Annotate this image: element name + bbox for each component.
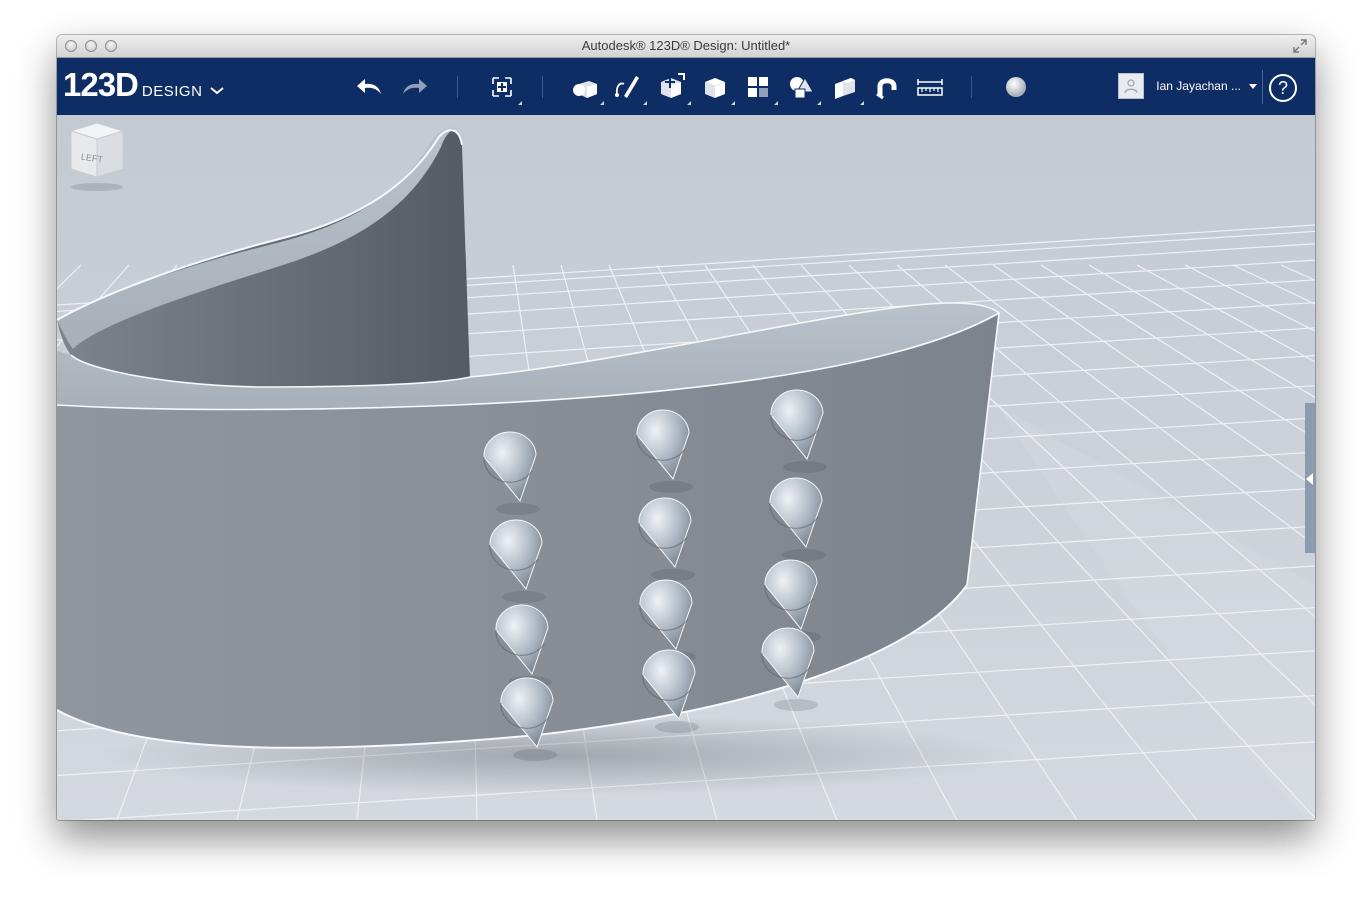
construct-button[interactable] [654, 70, 691, 105]
scene-canvas [57, 115, 1315, 820]
primitives-icon [573, 81, 597, 98]
spike-shadow [651, 569, 695, 581]
material-button[interactable] [999, 70, 1033, 104]
spike-shadow [774, 699, 818, 711]
dropdown-indicator [860, 101, 864, 105]
redo-icon [403, 79, 427, 94]
sketch-icon [615, 76, 639, 98]
spike-shadow [782, 549, 826, 561]
main-toolbar: 123D DESIGN Ian Jayachan ... ? [57, 58, 1315, 115]
fullscreen-icon[interactable] [1293, 39, 1307, 53]
logo-subtext: DESIGN [141, 83, 203, 100]
modify-icon [705, 78, 725, 98]
measure-icon [917, 79, 943, 96]
undo-button[interactable] [353, 70, 387, 104]
title-bar: Autodesk® 123D® Design: Untitled* [57, 35, 1315, 58]
construct-icon [661, 73, 685, 98]
3d-viewport[interactable]: LEFT [57, 115, 1315, 820]
spike-shadow [783, 461, 827, 473]
side-panel-toggle[interactable] [1305, 403, 1315, 553]
dropdown-indicator [687, 101, 691, 105]
spike-shadow [513, 749, 557, 761]
dropdown-indicator [774, 101, 778, 105]
viewcube[interactable]: LEFT [57, 115, 137, 195]
window-title: Autodesk® 123D® Design: Untitled* [581, 38, 791, 53]
chevron-left-icon [1306, 473, 1313, 485]
app-window: Autodesk® 123D® Design: Untitled* 123D D… [57, 35, 1315, 820]
app-menu-button[interactable]: 123D DESIGN [63, 66, 225, 104]
toolbar-separator [457, 76, 458, 98]
material-icon [1006, 77, 1026, 97]
primitives-button[interactable] [567, 70, 604, 105]
toolbar-separator [971, 76, 972, 98]
spike-shadow [655, 721, 699, 733]
modify-button[interactable] [698, 70, 735, 105]
snap-button[interactable] [870, 70, 904, 104]
caret-down-icon [1249, 83, 1257, 89]
combine-icon [835, 78, 855, 99]
measure-button[interactable] [913, 70, 947, 104]
sketch-button[interactable] [610, 70, 647, 105]
snap-icon [876, 78, 897, 100]
dropdown-indicator [731, 101, 735, 105]
transform-button[interactable] [485, 70, 522, 105]
logo-text: 123D [63, 66, 139, 103]
help-button[interactable]: ? [1269, 74, 1297, 102]
dropdown-indicator [817, 101, 821, 105]
combine-button[interactable] [827, 70, 864, 105]
toolbar-separator [1262, 70, 1263, 104]
dropdown-indicator [643, 101, 647, 105]
redo-button[interactable] [397, 70, 431, 104]
spike-shadow [496, 503, 540, 515]
spike-shadow [502, 591, 546, 603]
pattern-icon [748, 77, 768, 97]
grouping-icon [790, 76, 814, 99]
undo-icon [357, 79, 381, 94]
spike-shadow [649, 481, 693, 493]
transform-icon [492, 77, 512, 97]
toolbar-separator [542, 76, 543, 98]
user-name: Ian Jayachan ... [1156, 79, 1241, 93]
chevron-down-icon [210, 87, 225, 95]
user-menu[interactable]: Ian Jayachan ... [1118, 72, 1257, 100]
dropdown-indicator [518, 101, 522, 105]
dropdown-indicator [600, 101, 604, 105]
pattern-button[interactable] [741, 70, 778, 105]
avatar [1118, 73, 1145, 99]
grouping-button[interactable] [784, 70, 821, 105]
user-icon [1124, 79, 1138, 94]
